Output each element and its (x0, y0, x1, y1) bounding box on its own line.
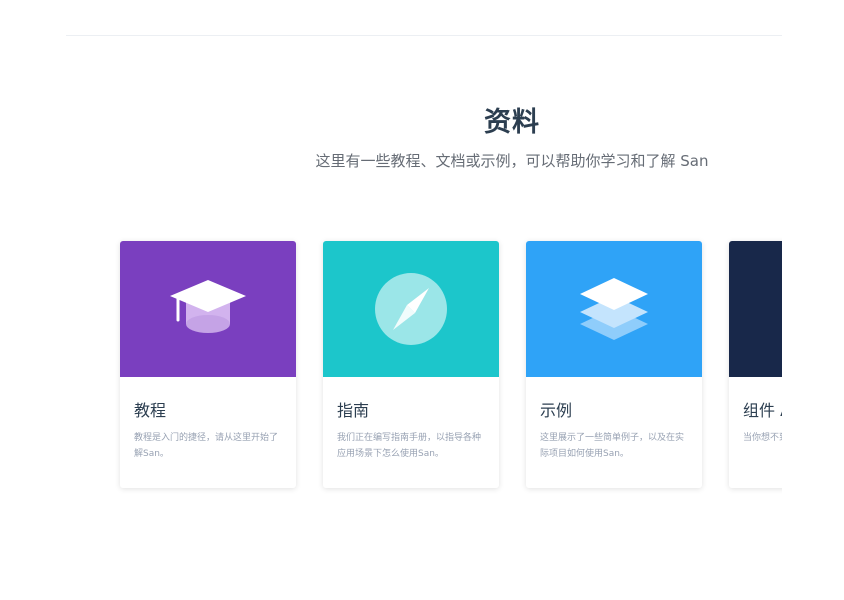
cards-carousel: 教程 教程是入门的捷径，请从这里开始了解San。 指南 我们正在编写指南手册，以… (100, 220, 782, 510)
card-description: 我们正在编写指南手册，以指导各种应用场景下怎么使用San。 (337, 433, 482, 459)
card-description: 教程是入门的捷径，请从这里开始了解San。 (134, 433, 279, 459)
card-title: 指南 (337, 401, 370, 420)
card-description: 当你想不到的时候，请阅这里。 (743, 433, 782, 443)
top-divider (66, 35, 782, 36)
card-description: 这里展示了一些简单例子，以及在实际项目如何使用San。 (540, 433, 685, 459)
resources-page: 资料 这里有一些教程、文档或示例，可以帮助你学习和了解 San 教程 教程是入门… (0, 0, 844, 600)
card-cover (526, 241, 702, 377)
graduation-cap-icon (170, 280, 246, 333)
card-cover (120, 241, 296, 377)
card-examples[interactable]: 示例 这里展示了一些简单例子，以及在实际项目如何使用San。 (526, 241, 702, 488)
compass-icon (375, 273, 447, 345)
layers-icon (580, 278, 648, 340)
card-title: 组件 A (743, 401, 782, 420)
card-components[interactable]: 组件 A 当你想不到的时候，请阅这里。 (729, 241, 782, 488)
section-subtitle: 这里有一些教程、文档或示例，可以帮助你学习和了解 San (315, 152, 709, 170)
card-title: 教程 (134, 401, 167, 420)
card-cover (729, 241, 782, 377)
card-cover (323, 241, 499, 377)
card-title: 示例 (540, 401, 573, 420)
card-tutorial[interactable]: 教程 教程是入门的捷径，请从这里开始了解San。 (120, 241, 296, 488)
section-title: 资料 (484, 107, 540, 138)
card-guide[interactable]: 指南 我们正在编写指南手册，以指导各种应用场景下怎么使用San。 (323, 241, 499, 488)
